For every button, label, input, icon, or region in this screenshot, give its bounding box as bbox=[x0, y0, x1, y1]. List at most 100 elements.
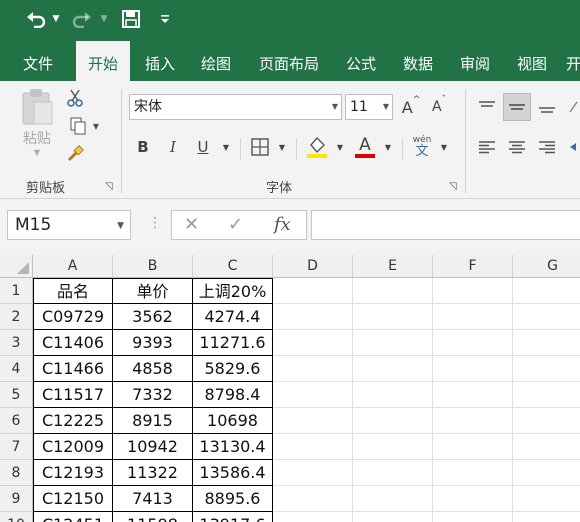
row-header-9[interactable]: 9 bbox=[0, 486, 33, 512]
font-color-button[interactable]: A bbox=[352, 133, 378, 161]
bold-button[interactable]: B bbox=[132, 135, 154, 159]
data-cell[interactable]: C11517 bbox=[33, 382, 113, 408]
borders-button[interactable] bbox=[248, 135, 272, 159]
header-cell[interactable]: 单价 bbox=[113, 278, 193, 304]
data-cell[interactable]: 9393 bbox=[113, 330, 193, 356]
copy-button[interactable]: ▼ bbox=[64, 115, 104, 137]
data-cell[interactable]: 7332 bbox=[113, 382, 193, 408]
align-middle-button[interactable] bbox=[503, 93, 531, 121]
enter-icon[interactable]: ✓ bbox=[228, 214, 243, 235]
data-cell[interactable]: C12150 bbox=[33, 486, 113, 512]
column-header-f[interactable]: F bbox=[433, 255, 513, 278]
fill-color-dropdown-icon[interactable]: ▼ bbox=[334, 135, 346, 159]
row-header-8[interactable]: 8 bbox=[0, 460, 33, 486]
data-cell[interactable]: 11271.6 bbox=[193, 330, 273, 356]
data-cell[interactable]: 7413 bbox=[113, 486, 193, 512]
undo-dropdown-icon[interactable]: ▼ bbox=[50, 8, 62, 30]
data-cell[interactable]: C09729 bbox=[33, 304, 113, 330]
indent-icon[interactable] bbox=[568, 135, 580, 159]
column-header-e[interactable]: E bbox=[353, 255, 433, 278]
select-all-button[interactable] bbox=[0, 255, 33, 278]
font-color-dropdown-icon[interactable]: ▼ bbox=[382, 135, 394, 159]
cut-button[interactable] bbox=[64, 87, 86, 109]
tab-review[interactable]: 审阅 bbox=[450, 41, 500, 81]
redo-icon[interactable] bbox=[70, 8, 94, 30]
header-cell[interactable]: 品名 bbox=[33, 278, 113, 304]
tab-page-layout[interactable]: 页面布局 bbox=[248, 41, 330, 81]
row-header-5[interactable]: 5 bbox=[0, 382, 33, 408]
tab-insert[interactable]: 插入 bbox=[134, 41, 186, 81]
tab-data[interactable]: 数据 bbox=[392, 41, 444, 81]
row-header-3[interactable]: 3 bbox=[0, 330, 33, 356]
row-header-7[interactable]: 7 bbox=[0, 434, 33, 460]
data-cell[interactable]: C11406 bbox=[33, 330, 113, 356]
data-cell[interactable]: 11322 bbox=[113, 460, 193, 486]
grow-font-button[interactable]: A ^ bbox=[400, 95, 422, 119]
align-top-button[interactable] bbox=[475, 95, 499, 119]
undo-icon[interactable] bbox=[24, 8, 48, 30]
data-cell[interactable]: 4858 bbox=[113, 356, 193, 382]
tab-draw[interactable]: 绘图 bbox=[190, 41, 242, 81]
align-left-button[interactable] bbox=[475, 135, 499, 159]
column-header-g[interactable]: G bbox=[513, 255, 580, 278]
align-right-button[interactable] bbox=[535, 135, 559, 159]
data-cell[interactable]: 8798.4 bbox=[193, 382, 273, 408]
column-header-d[interactable]: D bbox=[273, 255, 353, 278]
data-cell[interactable]: 13917.6 bbox=[193, 512, 273, 522]
data-cell[interactable]: 13130.4 bbox=[193, 434, 273, 460]
row-header-2[interactable]: 2 bbox=[0, 304, 33, 330]
data-cell[interactable]: C12193 bbox=[33, 460, 113, 486]
formula-bar-grip-icon[interactable]: ⋮ bbox=[148, 215, 162, 231]
header-cell[interactable]: 上调20% bbox=[193, 278, 273, 304]
align-center-button[interactable] bbox=[505, 135, 529, 159]
column-header-c[interactable]: C bbox=[193, 255, 273, 278]
data-cell[interactable]: 10698 bbox=[193, 408, 273, 434]
tab-view[interactable]: 视图 bbox=[506, 41, 558, 81]
redo-dropdown-icon[interactable]: ▼ bbox=[98, 8, 110, 30]
data-cell[interactable]: 8915 bbox=[113, 408, 193, 434]
data-cell[interactable]: 10942 bbox=[113, 434, 193, 460]
font-name-select[interactable]: 宋体 ▼ bbox=[129, 94, 342, 120]
name-box[interactable]: M15 ▼ bbox=[7, 210, 131, 240]
column-header-a[interactable]: A bbox=[33, 255, 113, 278]
format-painter-button[interactable] bbox=[64, 143, 86, 165]
tab-more[interactable]: 开 bbox=[566, 41, 580, 81]
tab-home[interactable]: 开始 bbox=[76, 41, 130, 81]
formula-input[interactable] bbox=[311, 210, 580, 240]
phonetic-dropdown-icon[interactable]: ▼ bbox=[438, 135, 450, 159]
data-cell[interactable]: C11466 bbox=[33, 356, 113, 382]
font-launcher-icon[interactable]: ◹ bbox=[449, 181, 457, 192]
fill-color-button[interactable] bbox=[304, 133, 330, 161]
customize-qat-icon[interactable] bbox=[158, 8, 172, 30]
save-icon[interactable] bbox=[120, 8, 142, 30]
data-cell[interactable]: C12225 bbox=[33, 408, 113, 434]
insert-function-icon[interactable]: fx bbox=[274, 214, 291, 235]
underline-button[interactable]: U bbox=[192, 135, 214, 159]
data-cell[interactable]: 4274.4 bbox=[193, 304, 273, 330]
data-cell[interactable]: 11598 bbox=[113, 512, 193, 522]
shrink-font-button[interactable]: Aˇ bbox=[428, 95, 450, 119]
row-header-1[interactable]: 1 bbox=[0, 278, 33, 304]
orientation-icon[interactable] bbox=[566, 95, 580, 119]
data-cell[interactable]: 8895.6 bbox=[193, 486, 273, 512]
borders-dropdown-icon[interactable]: ▼ bbox=[276, 135, 288, 159]
row-header-10[interactable]: 10 bbox=[0, 512, 33, 522]
column-header-b[interactable]: B bbox=[113, 255, 193, 278]
align-bottom-button[interactable] bbox=[535, 95, 559, 119]
phonetic-guide-button[interactable]: wén 文 bbox=[408, 133, 436, 161]
clipboard-launcher-icon[interactable]: ◹ bbox=[105, 181, 113, 192]
font-size-select[interactable]: 11 ▼ bbox=[345, 94, 393, 120]
cancel-icon[interactable]: ✕ bbox=[184, 214, 199, 235]
data-cell[interactable]: C12009 bbox=[33, 434, 113, 460]
row-header-4[interactable]: 4 bbox=[0, 356, 33, 382]
data-cell[interactable]: C12451 bbox=[33, 512, 113, 522]
data-cell[interactable]: 13586.4 bbox=[193, 460, 273, 486]
tab-file[interactable]: 文件 bbox=[8, 41, 68, 81]
paste-button[interactable]: 粘贴 ▼ bbox=[16, 87, 58, 157]
tab-formulas[interactable]: 公式 bbox=[336, 41, 386, 81]
underline-dropdown-icon[interactable]: ▼ bbox=[220, 135, 232, 159]
data-cell[interactable]: 5829.6 bbox=[193, 356, 273, 382]
italic-button[interactable]: I bbox=[162, 135, 184, 159]
data-cell[interactable]: 3562 bbox=[113, 304, 193, 330]
row-header-6[interactable]: 6 bbox=[0, 408, 33, 434]
